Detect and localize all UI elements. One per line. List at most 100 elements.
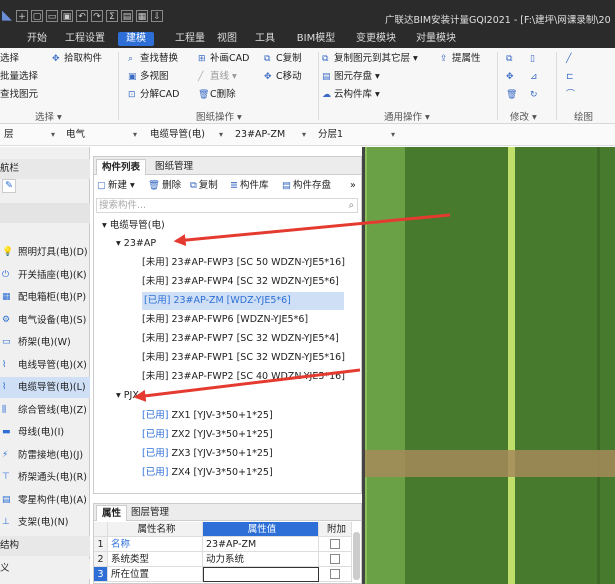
qa-undo-icon[interactable]: ↶ xyxy=(76,10,88,22)
tab-properties[interactable]: 属性 xyxy=(96,505,128,521)
modify-mirror-icon[interactable]: ⊿ xyxy=(530,70,542,84)
sidebar-item[interactable]: ⊥ 支架(电)(N) xyxy=(0,512,90,533)
tree-group-pjx[interactable]: ▾ PJX xyxy=(116,387,139,405)
cloud-library-button[interactable]: ☁ 云构件库 ▾ xyxy=(322,88,380,102)
component-save-button[interactable]: ▤ 构件存盘 xyxy=(282,179,331,193)
sidebar-item[interactable]: 💡 照明灯具(电)(D) xyxy=(0,242,90,263)
property-extra-checkbox[interactable] xyxy=(330,569,340,579)
c-move-button[interactable]: ✥ C移动 xyxy=(264,70,302,84)
component-search-input[interactable]: 搜索构件... ⌕ xyxy=(96,198,358,213)
component-select[interactable]: 23#AP-ZM ▾ xyxy=(231,128,309,143)
sidebar-item[interactable]: ⚙ 电气设备(电)(S) xyxy=(0,310,90,331)
tree-item[interactable]: [未用] 23#AP-FWP6 [WDZN-YJE5*6] xyxy=(142,311,308,329)
property-row[interactable]: 1 名称 23#AP-ZM xyxy=(94,537,352,552)
menu-quantity-display[interactable]: 工程量 xyxy=(170,32,210,46)
menu-bim-model[interactable]: BIM模型 xyxy=(290,32,342,46)
tree-item[interactable]: [未用] 23#AP-FWP1 [SC 32 WDZN-YJE5*16] xyxy=(142,349,345,367)
sidebar-item[interactable]: ▭ 桥架(电)(W) xyxy=(0,332,90,353)
qa-more-icon[interactable]: ⇩ xyxy=(151,10,163,22)
tree-group-23ap[interactable]: ▾ 23#AP xyxy=(116,235,156,253)
discipline-select[interactable]: 电气 ▾ xyxy=(62,128,140,143)
find-element-button[interactable]: 查找图元 xyxy=(0,88,38,102)
sidebar-item[interactable]: ⫼ 综合管线(电)(Z) xyxy=(0,400,90,421)
qa-grid-icon[interactable]: ▦ xyxy=(136,10,148,22)
layer-select[interactable]: 分层1 ▾ xyxy=(314,128,398,143)
menu-start[interactable]: 开始 xyxy=(22,32,52,46)
qa-new-icon[interactable]: + xyxy=(16,10,28,22)
sidebar-item[interactable]: ⊤ 桥架通头(电)(R) xyxy=(0,467,90,488)
tree-item[interactable]: [未用] 23#AP-FWP3 [SC 50 WDZN-YJE5*16] xyxy=(142,254,345,272)
draw-line-icon[interactable]: ╱ xyxy=(566,52,578,66)
modify-file-icon[interactable]: ▯ xyxy=(530,52,542,66)
qa-table-icon[interactable]: ▤ xyxy=(121,10,133,22)
element-save-button[interactable]: ▤ 图元存盘 ▾ xyxy=(322,70,380,84)
qa-redo-icon[interactable]: ↷ xyxy=(91,10,103,22)
tab-drawing-management[interactable]: 图纸管理 xyxy=(150,159,198,175)
modify-move-icon[interactable]: ✥ xyxy=(506,70,518,84)
sidebar-item[interactable]: ▤ 零星构件(电)(A) xyxy=(0,490,90,511)
extract-properties-button[interactable]: ⇪ 提属性 xyxy=(440,52,481,66)
multi-view-button[interactable]: ▣ 多视图 xyxy=(128,70,169,84)
sidebar-item[interactable]: ▬ 母线(电)(I) xyxy=(0,422,90,443)
menu-view[interactable]: 视图 xyxy=(212,32,242,46)
draw-break-icon[interactable]: ⊏ xyxy=(566,70,578,84)
floor-select[interactable]: 层 ▾ xyxy=(0,128,58,143)
more-tools-button[interactable]: » xyxy=(350,179,356,193)
tree-item[interactable]: [已用] ZX4 [YJV-3*50+1*25] xyxy=(142,464,273,482)
sidebar-item[interactable]: ⌇ 电缆导管(电)(L) xyxy=(0,377,90,398)
properties-scrollbar[interactable] xyxy=(353,532,360,580)
tree-item[interactable]: [未用] 23#AP-FWP4 [SC 32 WDZN-YJE5*6] xyxy=(142,273,339,291)
c-copy-button[interactable]: ⧉ C复制 xyxy=(264,52,302,66)
sidebar-other[interactable]: 义 xyxy=(0,559,90,579)
draw-arc-icon[interactable]: ⌒ xyxy=(566,88,578,102)
modify-delete-icon[interactable]: 🗑 xyxy=(506,88,518,102)
sidebar-structure[interactable]: 结构 xyxy=(0,536,90,556)
select-button[interactable]: 选择 xyxy=(0,52,19,66)
qa-save-icon[interactable]: ▣ xyxy=(61,10,73,22)
qa-sum-icon[interactable]: Σ xyxy=(106,10,118,22)
c-delete-button[interactable]: 🗑C删除 xyxy=(198,88,236,102)
tree-item[interactable]: [已用] 23#AP-ZM [WDZ-YJE5*6] xyxy=(142,292,344,310)
modify-rotate-icon[interactable]: ↻ xyxy=(530,88,542,102)
copy-component-button[interactable]: ⧉ 复制 xyxy=(190,179,218,193)
menu-project-settings[interactable]: 工程设置 xyxy=(60,32,110,46)
sidebar-edit-icon[interactable]: ✎ xyxy=(2,179,16,193)
patch-cad-button[interactable]: ⊞ 补画CAD xyxy=(198,52,249,66)
property-value[interactable] xyxy=(203,567,319,582)
menu-tools[interactable]: 工具 xyxy=(250,32,280,46)
tree-item[interactable]: [已用] ZX2 [YJV-3*50+1*25] xyxy=(142,426,273,444)
sidebar-item[interactable]: ⌇ 电线导管(电)(X) xyxy=(0,355,90,376)
sidebar-item[interactable]: ▦ 配电箱柜(电)(P) xyxy=(0,287,90,308)
qa-folder-icon[interactable]: ▭ xyxy=(46,10,58,22)
qa-open-icon[interactable]: ▢ xyxy=(31,10,43,22)
menu-reconcile-module[interactable]: 对量模块 xyxy=(410,32,462,46)
property-value[interactable]: 23#AP-ZM xyxy=(203,537,319,552)
drawing-canvas[interactable] xyxy=(365,147,615,584)
menu-change-module[interactable]: 变更模块 xyxy=(350,32,402,46)
copy-to-floors-button[interactable]: ⧉ 复制图元到其它层 ▾ xyxy=(322,52,418,66)
property-row[interactable]: 3 所在位置 xyxy=(94,567,352,582)
modify-copy-icon[interactable]: ⧉ xyxy=(506,52,518,66)
property-row[interactable]: 2 系统类型 动力系统 xyxy=(94,552,352,567)
sidebar-item[interactable]: ⏻ 开关插座(电)(K) xyxy=(0,265,90,286)
property-extra-checkbox[interactable] xyxy=(330,539,340,549)
sidebar-item[interactable]: ⚡ 防雷接地(电)(J) xyxy=(0,445,90,466)
tree-root[interactable]: ▾ 电缆导管(电) xyxy=(102,217,165,235)
line-button[interactable]: ╱ 直线 ▾ xyxy=(198,70,237,84)
new-component-button[interactable]: ▢ 新建 ▾ xyxy=(97,179,135,193)
find-replace-button[interactable]: ⌕ 查找替换 xyxy=(128,52,178,66)
property-extra-checkbox[interactable] xyxy=(330,554,340,564)
component-type-select[interactable]: 电缆导管(电) ▾ xyxy=(146,128,226,143)
pick-component-button[interactable]: ✥ 拾取构件 xyxy=(52,52,102,66)
explode-cad-button[interactable]: ⊡ 分解CAD xyxy=(128,88,179,102)
tab-layer-management[interactable]: 图层管理 xyxy=(126,505,174,521)
tree-item[interactable]: [已用] ZX1 [YJV-3*50+1*25] xyxy=(142,407,273,425)
delete-component-button[interactable]: 🗑 删除 xyxy=(148,179,181,193)
tree-item[interactable]: [未用] 23#AP-FWP2 [SC 40 WDZN-YJE5*16] xyxy=(142,368,345,386)
menu-modeling[interactable]: 建模 xyxy=(118,32,154,46)
property-value[interactable]: 动力系统 xyxy=(203,552,319,567)
tree-item[interactable]: [未用] 23#AP-FWP7 [SC 32 WDZN-YJE5*4] xyxy=(142,330,339,348)
component-library-button[interactable]: ≣ 构件库 xyxy=(230,179,268,193)
batch-select-button[interactable]: 批量选择 xyxy=(0,70,38,84)
tree-item[interactable]: [已用] ZX3 [YJV-3*50+1*25] xyxy=(142,445,273,463)
